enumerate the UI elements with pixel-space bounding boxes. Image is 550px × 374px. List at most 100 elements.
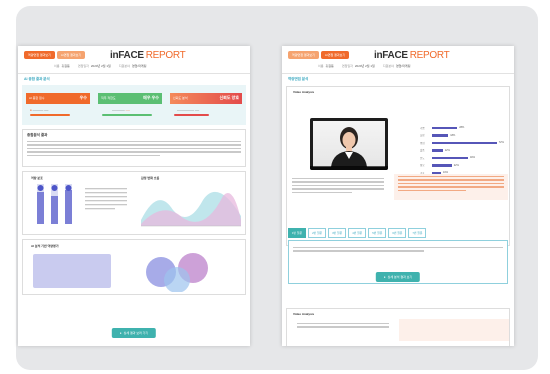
emotion-value: 18% bbox=[450, 133, 456, 137]
report-tabs: 역량면접 결과보기 AI면접 결과보기 bbox=[24, 51, 86, 59]
text-line bbox=[292, 188, 384, 190]
emotion-value: 22% bbox=[453, 163, 459, 167]
tab-question-5[interactable]: 5번 질문 bbox=[368, 228, 387, 238]
tab-question-2[interactable]: 2번 질문 bbox=[308, 228, 327, 238]
emotion-label: 혐오 bbox=[420, 164, 425, 168]
video-player[interactable] bbox=[310, 118, 388, 170]
emotion-label: 슬픔 bbox=[420, 149, 425, 153]
text-line bbox=[398, 189, 467, 191]
summary-card: 종합분석 결과 bbox=[22, 129, 246, 167]
report-tabs: 역량면접 결과보기 AI면접 결과보기 bbox=[288, 51, 350, 59]
score-box-fit: 직무 적합도 매우 우수 bbox=[98, 93, 162, 104]
score-caption: ● ───── ── bbox=[30, 108, 49, 112]
competency-table bbox=[33, 254, 111, 288]
emotion-value: 28% bbox=[459, 126, 465, 130]
video-title: Video Analysis bbox=[293, 312, 315, 316]
tab-question-3[interactable]: 3번 질문 bbox=[328, 228, 347, 238]
tab-competency[interactable]: 역량면접 결과보기 bbox=[24, 51, 55, 59]
emotion-bar bbox=[432, 156, 468, 159]
text-line bbox=[297, 326, 389, 328]
bottom-card: AI 분석 기반 역량평가 bbox=[22, 239, 246, 295]
tab-question-6[interactable]: 6번 질문 bbox=[388, 228, 407, 238]
section-title: 역량면접 분석 bbox=[288, 77, 309, 81]
emotion-label: 분노 bbox=[420, 156, 425, 160]
emotion-label: 기쁨 bbox=[420, 126, 425, 130]
tab-question-1[interactable]: 1번 질문 bbox=[288, 228, 307, 238]
analysis-text-right bbox=[394, 174, 508, 200]
report-header: 역량면접 결과보기 AI면접 결과보기 inFACE REPORT 이름 홍길동 면… bbox=[18, 46, 250, 74]
text-line bbox=[398, 179, 504, 181]
text-line bbox=[27, 147, 241, 150]
tab-question-7[interactable]: 7번 질문 bbox=[408, 228, 427, 238]
detail-button[interactable]: 상세 결과 보러 가기 bbox=[111, 328, 157, 338]
interviewee-image bbox=[331, 127, 367, 167]
text-line bbox=[292, 181, 384, 183]
emotion-bar bbox=[432, 164, 452, 167]
tab-ai[interactable]: AI면접 결과보기 bbox=[320, 51, 350, 59]
emotion-value: 12% bbox=[444, 148, 450, 152]
emotion-label: 중립 bbox=[420, 141, 425, 145]
text-line bbox=[27, 144, 241, 146]
emotion-bar bbox=[432, 134, 449, 137]
video-title: Video Analysis bbox=[293, 90, 315, 94]
area-chart bbox=[141, 191, 241, 227]
emotion-bar-row: 혐오 22% bbox=[420, 162, 508, 170]
text-line bbox=[292, 178, 384, 180]
tab-ai[interactable]: AI면접 결과보기 bbox=[56, 51, 86, 59]
charts-graphic bbox=[37, 184, 241, 227]
text-line bbox=[27, 151, 241, 153]
candidate-meta: 이름 홍길동 면접일자 2020년 2월 1일 지원분야 영업/마케팅 bbox=[54, 64, 147, 68]
emotion-bar bbox=[432, 126, 458, 129]
charts-card: 역량 분포 감정 변화 흐름 bbox=[22, 171, 246, 235]
score-caption: ──────── ── bbox=[177, 108, 200, 112]
chart-text-lines bbox=[85, 188, 127, 210]
text-line bbox=[293, 250, 424, 252]
section-title: AI 종합 결과 분석 bbox=[24, 77, 50, 81]
emotion-bar-row: 놀람 18% bbox=[420, 132, 508, 140]
emotion-bar-row: 기쁨 28% bbox=[420, 124, 508, 132]
video-controls[interactable] bbox=[310, 166, 388, 170]
text-line bbox=[27, 154, 161, 156]
text-line bbox=[398, 182, 504, 185]
text-line bbox=[297, 323, 389, 325]
emotion-bar bbox=[432, 149, 443, 152]
text-line bbox=[292, 191, 352, 193]
detail-button[interactable]: 상세 분석 결과 보기 bbox=[375, 272, 421, 282]
text-line bbox=[292, 184, 384, 187]
report-page-left: 역량면접 결과보기 AI면접 결과보기 inFACE REPORT 이름 홍길동 면… bbox=[18, 46, 250, 346]
text-line bbox=[293, 247, 503, 249]
text-line bbox=[398, 176, 504, 178]
analysis-text-right bbox=[399, 319, 509, 341]
tab-competency[interactable]: 역량면접 결과보기 bbox=[288, 51, 319, 59]
text-line bbox=[398, 186, 504, 188]
score-box-overall: AI 종합 점수 우수 bbox=[26, 93, 90, 104]
emotion-bar-row: 분노 40% bbox=[420, 154, 508, 162]
emotion-label: 놀람 bbox=[420, 134, 425, 138]
bottom-title: AI 분석 기반 역량평가 bbox=[31, 244, 59, 248]
report-header: 역량면접 결과보기 AI면접 결과보기 inFACE REPORT 이름 홍길동 면… bbox=[282, 46, 514, 74]
analysis-text-left bbox=[288, 176, 388, 195]
stacked-columns bbox=[37, 184, 72, 224]
score-box-reliability: 신뢰도 분석 신뢰도 양호 bbox=[170, 93, 242, 104]
venn-diagram bbox=[146, 253, 208, 292]
video-frame bbox=[313, 121, 385, 167]
score-caption: ────── ── bbox=[112, 108, 130, 112]
logo: inFACE REPORT bbox=[374, 50, 450, 61]
summary-title: 종합분석 결과 bbox=[27, 133, 48, 137]
candidate-meta: 이름 홍길동 면접일자 2020년 2월 1일 지원분야 영업/마케팅 bbox=[318, 64, 411, 68]
tab-question-4[interactable]: 4번 질문 bbox=[348, 228, 367, 238]
score-bar bbox=[102, 114, 152, 116]
video-card-2: Video Analysis bbox=[286, 308, 510, 346]
emotion-value: 72% bbox=[498, 141, 504, 145]
emotion-bar bbox=[432, 141, 497, 144]
score-bar bbox=[30, 114, 70, 116]
text-line bbox=[27, 141, 241, 143]
emotion-bar-row: 중립 72% bbox=[420, 139, 508, 147]
emotion-bar-row: 슬픔 12% bbox=[420, 147, 508, 155]
emotion-value: 40% bbox=[470, 156, 476, 160]
logo: inFACE REPORT bbox=[110, 50, 186, 61]
score-bar bbox=[174, 114, 209, 116]
report-page-right: 역량면접 결과보기 AI면접 결과보기 inFACE REPORT 이름 홍길동 면… bbox=[282, 46, 514, 346]
question-tabs: 1번 질문 2번 질문 3번 질문 4번 질문 5번 질문 6번 질문 7번 질… bbox=[288, 228, 427, 238]
score-band: AI 종합 점수 우수 직무 적합도 매우 우수 신뢰도 분석 신뢰도 양호 ● ──… bbox=[22, 85, 246, 125]
